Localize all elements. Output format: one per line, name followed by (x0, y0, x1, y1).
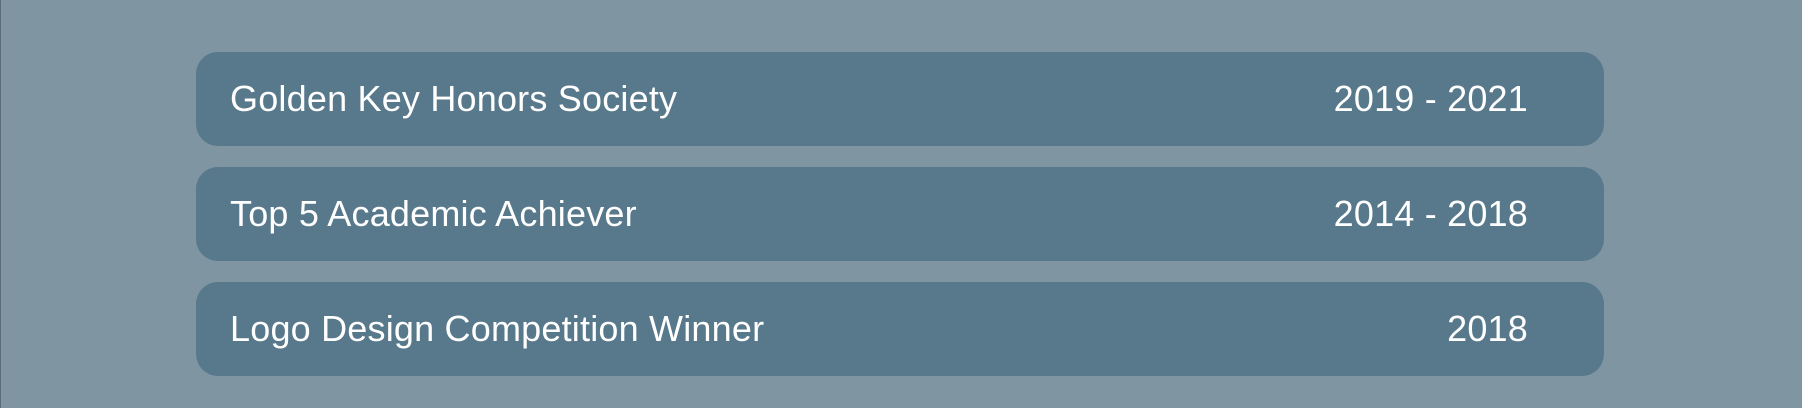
awards-list: Golden Key Honors Society 2019 - 2021 To… (196, 52, 1604, 376)
award-card-logo-design: Logo Design Competition Winner 2018 (196, 282, 1604, 376)
award-years: 2018 (1447, 308, 1528, 349)
award-card-top-academic: Top 5 Academic Achiever 2014 - 2018 (196, 167, 1604, 261)
left-edge-divider (0, 0, 1, 408)
award-title: Golden Key Honors Society (230, 78, 678, 119)
award-years: 2014 - 2018 (1333, 193, 1528, 234)
award-title: Top 5 Academic Achiever (230, 193, 637, 234)
award-title: Logo Design Competition Winner (230, 308, 765, 349)
award-card-golden-key: Golden Key Honors Society 2019 - 2021 (196, 52, 1604, 146)
award-years: 2019 - 2021 (1333, 78, 1528, 119)
